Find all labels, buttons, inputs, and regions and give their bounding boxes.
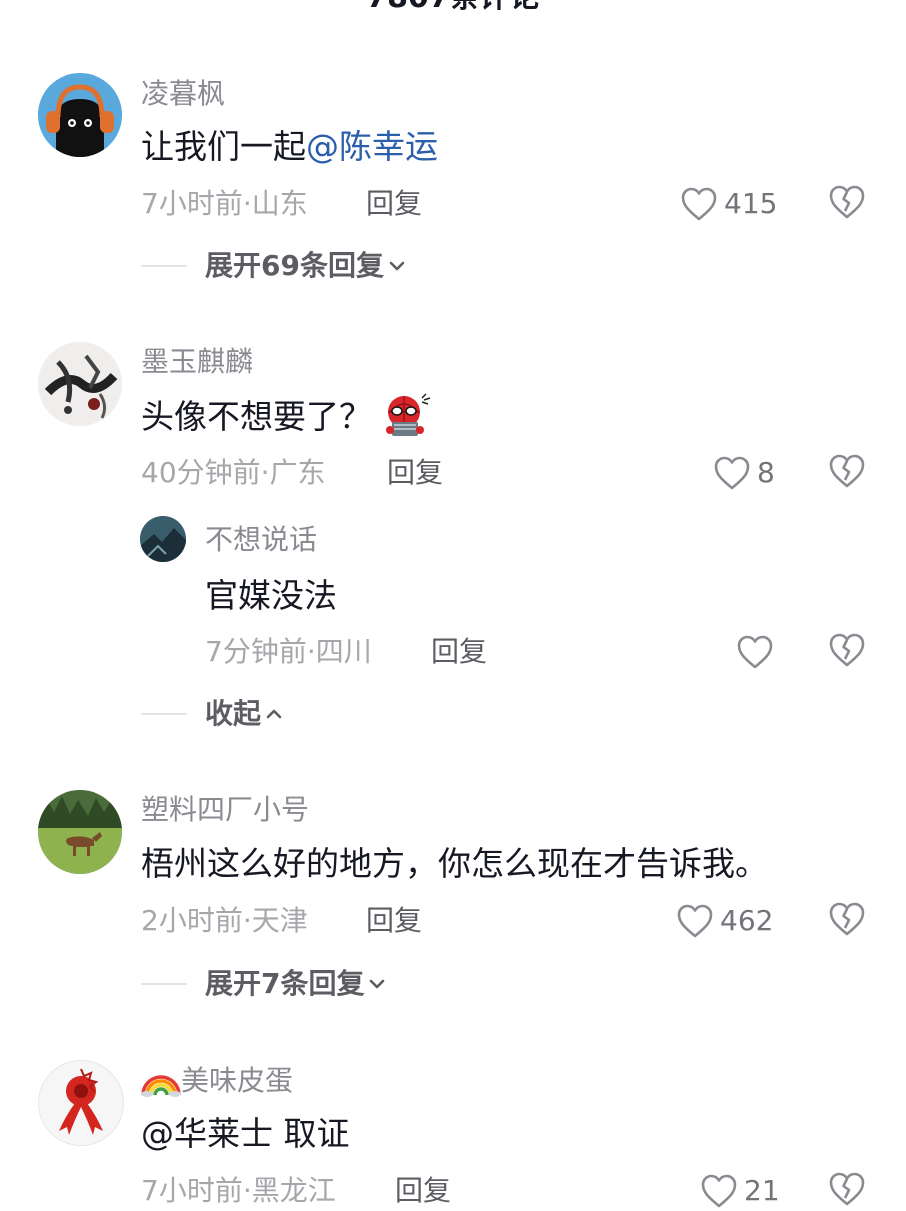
reply-button[interactable]: 回复 bbox=[395, 1173, 451, 1209]
mention-link[interactable]: @陈幸运 bbox=[306, 127, 438, 166]
heart-outline-icon bbox=[713, 455, 751, 491]
heart-outline-icon bbox=[736, 634, 774, 670]
reply-button[interactable]: 回复 bbox=[387, 455, 443, 491]
comment-meta: 40分钟前·广东 bbox=[141, 456, 326, 489]
comment-username-text: 美味皮蛋 bbox=[181, 1064, 294, 1097]
comment-username[interactable]: 美味皮蛋 bbox=[141, 1062, 293, 1099]
like-button[interactable]: 462 bbox=[676, 901, 773, 941]
chevron-down-icon bbox=[368, 978, 386, 990]
comment-text-body: 头像不想要了？ bbox=[141, 397, 372, 436]
spiderman-sticker-icon bbox=[380, 392, 432, 440]
comment-username[interactable]: 凌暮枫 bbox=[141, 76, 225, 112]
comment-text: @华莱士 取证 bbox=[141, 1113, 350, 1155]
divider-line bbox=[141, 983, 187, 985]
reply-meta: 7分钟前·四川 bbox=[205, 635, 372, 668]
like-count: 8 bbox=[757, 456, 775, 489]
comment-text: 梧州这么好的地方，你怎么现在才告诉我。 bbox=[141, 843, 768, 885]
broken-heart-icon[interactable] bbox=[828, 453, 868, 493]
comment-username[interactable]: 墨玉麒麟 bbox=[141, 344, 253, 380]
expand-replies-button[interactable]: 展开7条回复 bbox=[141, 964, 386, 1004]
expand-replies-label: 展开69条回复 bbox=[205, 249, 384, 282]
broken-heart-icon[interactable] bbox=[828, 1171, 868, 1211]
reply-text: 官媒没法 bbox=[205, 576, 337, 615]
chevron-up-icon bbox=[265, 708, 283, 720]
heart-outline-icon bbox=[680, 186, 718, 222]
broken-heart-icon[interactable] bbox=[828, 632, 868, 672]
divider-line bbox=[141, 713, 187, 715]
expand-replies-button[interactable]: 展开69条回复 bbox=[141, 246, 406, 286]
expand-replies-label: 展开7条回复 bbox=[205, 967, 365, 1000]
heart-outline-icon bbox=[700, 1173, 738, 1209]
like-button[interactable]: 415 bbox=[680, 184, 777, 224]
comment-text-body: 梧州这么好的地方，你怎么现在才告诉我。 bbox=[141, 844, 768, 883]
avatar[interactable] bbox=[38, 342, 122, 426]
comment-meta: 2小时前·天津 bbox=[141, 904, 308, 937]
like-button[interactable]: 21 bbox=[700, 1171, 780, 1211]
comment-text-body: @华莱士 取证 bbox=[141, 1114, 350, 1153]
broken-heart-icon[interactable] bbox=[828, 184, 868, 224]
comment-text: 让我们一起@陈幸运 bbox=[141, 126, 438, 168]
collapse-replies-label: 收起 bbox=[205, 697, 262, 730]
avatar[interactable] bbox=[38, 790, 122, 874]
comment-count-title: 7807条评论 bbox=[0, 0, 906, 18]
comment-text: 头像不想要了？ bbox=[141, 396, 372, 438]
divider-line bbox=[141, 265, 187, 267]
reply-button[interactable]: 回复 bbox=[431, 634, 487, 670]
chevron-down-icon bbox=[388, 260, 406, 272]
avatar[interactable] bbox=[38, 73, 122, 157]
rainbow-emoji-icon bbox=[141, 1065, 181, 1097]
comment-username[interactable]: 塑料四厂小号 bbox=[141, 792, 309, 828]
reply-username[interactable]: 不想说话 bbox=[205, 522, 317, 558]
reply-button[interactable]: 回复 bbox=[366, 186, 422, 222]
heart-outline-icon bbox=[676, 903, 714, 939]
comment-text-prefix: 让我们一起 bbox=[141, 127, 306, 166]
like-count: 415 bbox=[724, 187, 778, 220]
like-count: 21 bbox=[744, 1174, 780, 1207]
reply-button[interactable]: 回复 bbox=[366, 903, 422, 939]
like-button[interactable]: 8 bbox=[713, 453, 775, 493]
collapse-replies-button[interactable]: 收起 bbox=[141, 694, 283, 734]
like-count: 462 bbox=[720, 904, 774, 937]
avatar[interactable] bbox=[140, 516, 186, 562]
comment-meta: 7小时前·黑龙江 bbox=[141, 1174, 336, 1207]
comment-meta: 7小时前·山东 bbox=[141, 187, 308, 220]
avatar[interactable] bbox=[38, 1060, 124, 1146]
broken-heart-icon[interactable] bbox=[828, 901, 868, 941]
like-button[interactable] bbox=[736, 632, 774, 672]
